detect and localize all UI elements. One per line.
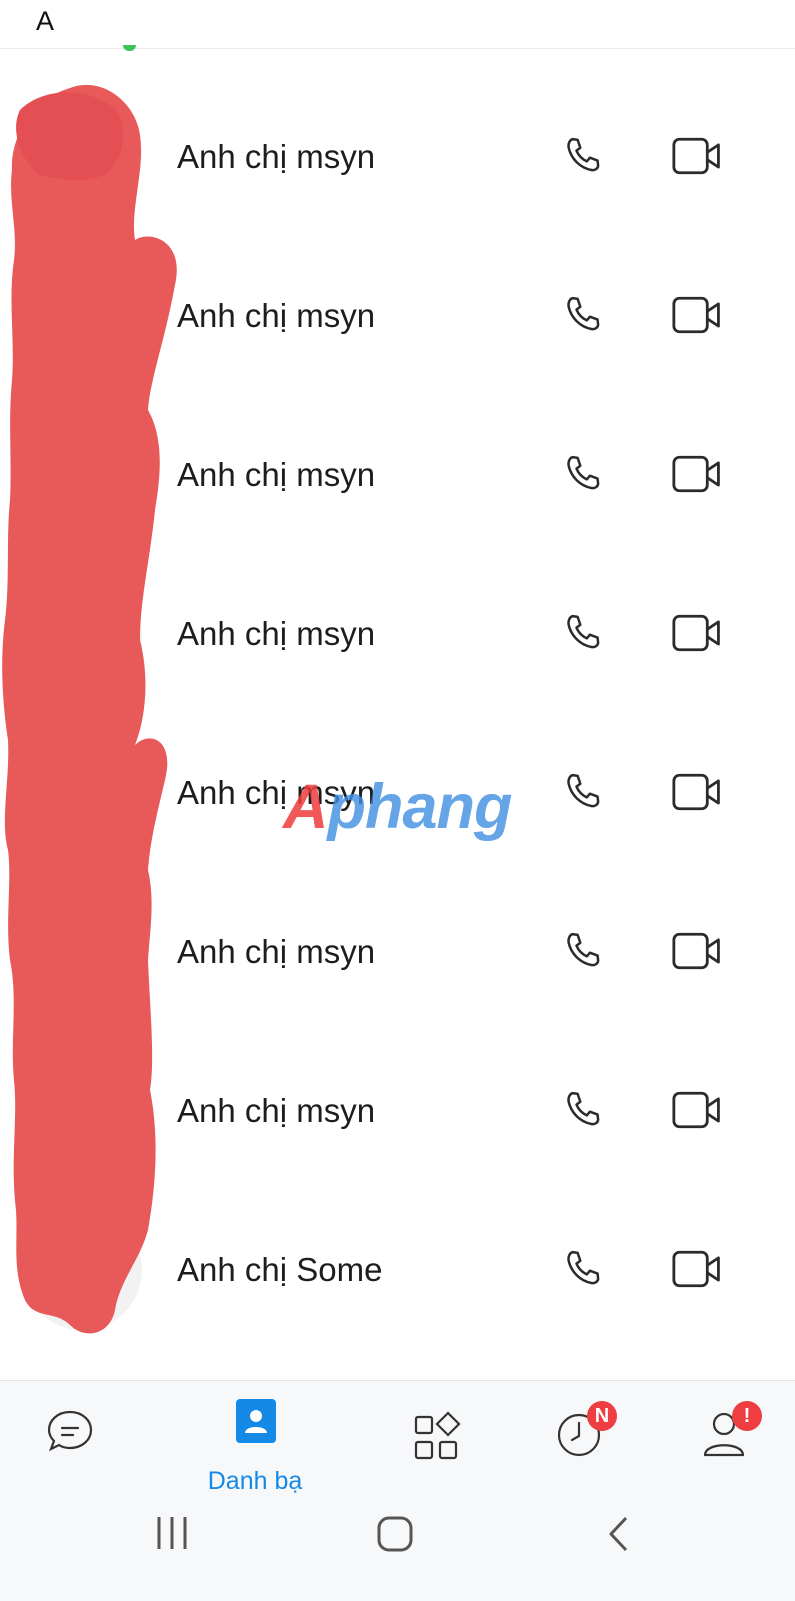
- nav-messages[interactable]: [40, 1381, 100, 1501]
- nav-timeline[interactable]: N: [555, 1381, 635, 1501]
- apps-grid-icon[interactable]: [413, 1411, 465, 1463]
- video-camera-icon[interactable]: [672, 1089, 724, 1131]
- online-status-dot: [123, 45, 136, 51]
- contact-name[interactable]: Anh chị Some: [177, 1251, 382, 1289]
- avatar[interactable]: [22, 733, 142, 853]
- chat-bubble-icon[interactable]: [45, 1406, 95, 1456]
- notification-badge: N: [587, 1401, 617, 1431]
- nav-discover[interactable]: [410, 1381, 470, 1501]
- phone-icon[interactable]: [560, 1087, 606, 1133]
- contact-name[interactable]: Anh chị msyn: [177, 1092, 375, 1130]
- contact-row[interactable]: Anh chị msyn: [0, 557, 795, 716]
- video-camera-icon[interactable]: [672, 612, 724, 654]
- back-icon[interactable]: [606, 1515, 630, 1553]
- contact-card-icon[interactable]: [235, 1398, 277, 1444]
- alert-badge: !: [732, 1401, 762, 1431]
- phone-icon[interactable]: [560, 610, 606, 656]
- phone-icon[interactable]: [560, 133, 606, 179]
- avatar[interactable]: [22, 1210, 142, 1330]
- nav-contacts[interactable]: Danh bạ: [205, 1381, 305, 1501]
- contact-row[interactable]: Anh chị msyn: [0, 239, 795, 398]
- video-camera-icon[interactable]: [672, 930, 724, 972]
- video-camera-icon[interactable]: [672, 1248, 724, 1290]
- contact-name[interactable]: Anh chị msyn: [177, 774, 375, 812]
- section-header: A: [0, 0, 795, 49]
- phone-icon[interactable]: [560, 451, 606, 497]
- avatar[interactable]: [22, 97, 142, 217]
- contact-row[interactable]: Anh chị msyn: [0, 875, 795, 1034]
- contact-row[interactable]: Anh chị msyn: [0, 1034, 795, 1193]
- contact-row[interactable]: Anh chị msyn: [0, 398, 795, 557]
- section-letter: A: [36, 6, 55, 36]
- phone-icon[interactable]: [560, 292, 606, 338]
- contact-name[interactable]: Anh chị msyn: [177, 933, 375, 971]
- contact-row[interactable]: Anh chị msyn: [0, 716, 795, 875]
- avatar[interactable]: [22, 415, 142, 535]
- contact-row[interactable]: Anh chị Some: [0, 1193, 795, 1352]
- home-icon[interactable]: [376, 1515, 414, 1553]
- recent-apps-icon[interactable]: [155, 1515, 189, 1551]
- contact-row[interactable]: Anh chị msyn: [0, 80, 795, 239]
- contact-name[interactable]: Anh chị msyn: [177, 456, 375, 494]
- video-camera-icon[interactable]: [672, 453, 724, 495]
- avatar[interactable]: [22, 256, 142, 376]
- contact-name[interactable]: Anh chị msyn: [177, 138, 375, 176]
- avatar[interactable]: [22, 574, 142, 694]
- video-camera-icon[interactable]: [672, 135, 724, 177]
- nav-contacts-label[interactable]: Danh bạ: [195, 1467, 315, 1496]
- video-camera-icon[interactable]: [672, 294, 724, 336]
- contact-list: Anh chị msyn Anh chị msyn Anh chị msyn A…: [0, 80, 795, 1352]
- bottom-nav: Danh bạ N !: [0, 1380, 795, 1601]
- phone-icon[interactable]: [560, 769, 606, 815]
- contact-name[interactable]: Anh chị msyn: [177, 615, 375, 653]
- phone-icon[interactable]: [560, 1246, 606, 1292]
- contact-name[interactable]: Anh chị msyn: [177, 297, 375, 335]
- avatar[interactable]: [22, 1051, 142, 1171]
- video-camera-icon[interactable]: [672, 771, 724, 813]
- avatar[interactable]: [22, 892, 142, 1012]
- phone-icon[interactable]: [560, 928, 606, 974]
- nav-profile[interactable]: !: [700, 1381, 770, 1501]
